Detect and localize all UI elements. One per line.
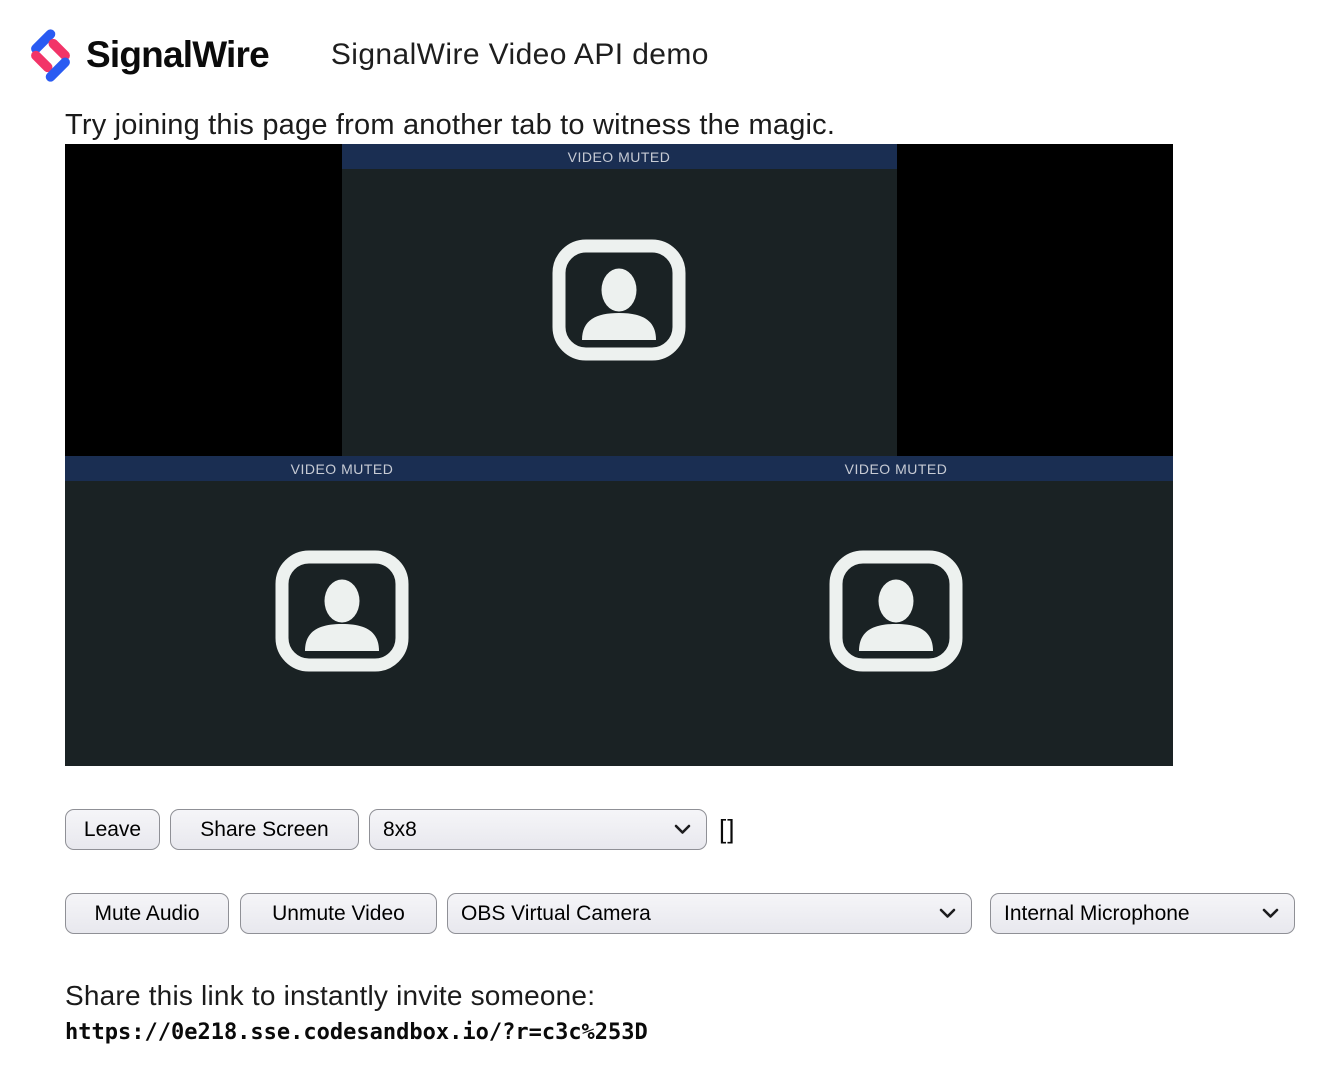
layout-select[interactable]: 8x8 <box>369 809 707 850</box>
leave-button[interactable]: Leave <box>65 809 160 850</box>
video-muted-banner: VIDEO MUTED <box>65 456 619 481</box>
microphone-select[interactable]: Internal Microphone <box>990 893 1295 934</box>
video-tile-bottom-left: VIDEO MUTED <box>65 456 619 766</box>
video-grid: VIDEO MUTED VIDEO MUTED VIDEO MUTED <box>65 144 1173 766</box>
mute-audio-button[interactable]: Mute Audio <box>65 893 229 934</box>
microphone-select-value: Internal Microphone <box>1004 902 1190 926</box>
share-link-heading: Share this link to instantly invite some… <box>65 979 1336 1013</box>
chevron-down-icon <box>939 908 956 919</box>
video-tile-top: VIDEO MUTED <box>342 144 897 456</box>
camera-select[interactable]: OBS Virtual Camera <box>447 893 972 934</box>
tagline: Try joining this page from another tab t… <box>65 107 1336 144</box>
video-muted-banner: VIDEO MUTED <box>619 456 1173 481</box>
chevron-down-icon <box>1262 908 1279 919</box>
muted-avatar-icon <box>275 550 409 672</box>
members-debug-text: [] <box>719 814 735 845</box>
camera-select-value: OBS Virtual Camera <box>461 902 651 926</box>
share-screen-button[interactable]: Share Screen <box>170 809 359 850</box>
unmute-video-button[interactable]: Unmute Video <box>240 893 437 934</box>
video-muted-banner: VIDEO MUTED <box>342 144 897 169</box>
brand: SignalWire <box>28 26 269 85</box>
video-tile-bottom-right: VIDEO MUTED <box>619 456 1173 766</box>
chevron-down-icon <box>674 824 691 835</box>
muted-avatar-icon <box>829 550 963 672</box>
page-title: SignalWire Video API demo <box>331 38 709 72</box>
app-header: SignalWire SignalWire Video API demo <box>0 0 1336 86</box>
muted-avatar-icon <box>552 239 686 361</box>
controls-row-1: Leave Share Screen 8x8 [] <box>65 809 1336 850</box>
controls-row-2: Mute Audio Unmute Video OBS Virtual Came… <box>65 893 1336 934</box>
brand-name: SignalWire <box>86 34 269 76</box>
video-row-bottom: VIDEO MUTED VIDEO MUTED <box>65 456 1173 766</box>
signalwire-logo-icon <box>28 26 73 85</box>
video-row-top: VIDEO MUTED <box>65 144 1173 456</box>
share-link-url: https://0e218.sse.codesandbox.io/?r=c3c%… <box>65 1020 1336 1045</box>
layout-select-value: 8x8 <box>383 818 417 842</box>
